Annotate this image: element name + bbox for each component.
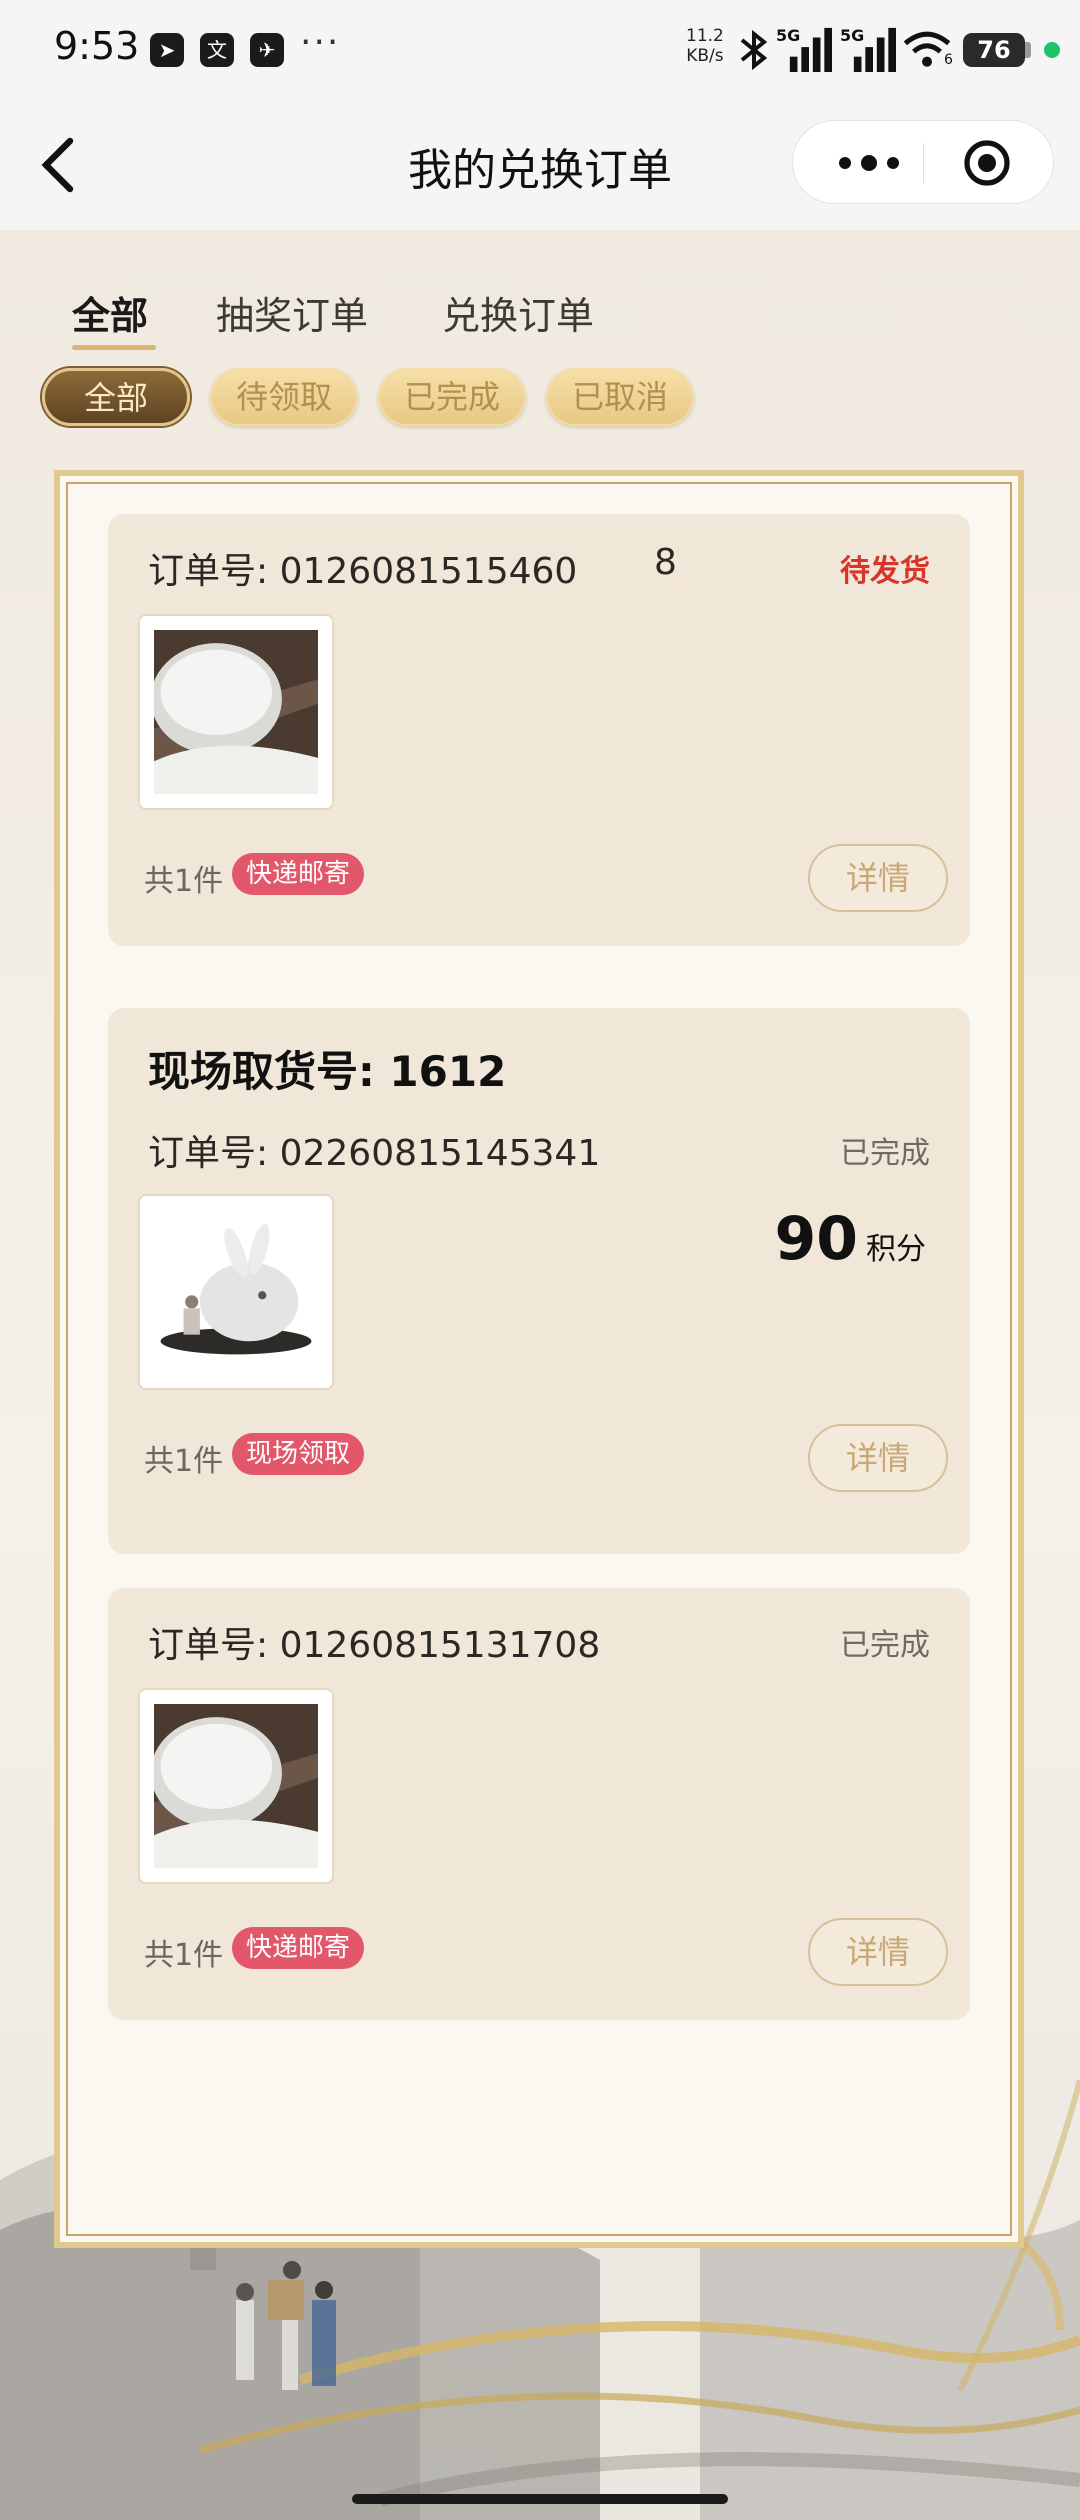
- order-card[interactable]: 现场取货号: 1612 订单号: 02260815145341 已完成 90 积分…: [108, 1008, 970, 1554]
- more-notifications-icon: ···: [300, 22, 341, 63]
- product-image-rabbit-figurine[interactable]: [138, 1194, 334, 1390]
- send-icon: ✈: [250, 33, 284, 67]
- order-number: 订单号: 02260815145341: [148, 1133, 601, 1174]
- delivery-badge: 快递邮寄: [232, 853, 365, 895]
- points-cost: 90 积分: [775, 1204, 927, 1274]
- active-tab-indicator: [72, 345, 156, 350]
- tab-all[interactable]: 全部: [72, 285, 148, 340]
- product-image-rice[interactable]: [138, 614, 334, 810]
- product-image-rice[interactable]: [138, 1688, 334, 1884]
- order-card[interactable]: 订单号: 01260815131708 已完成 共1件 快递邮寄 详情: [108, 1588, 970, 2020]
- detail-button[interactable]: 详情: [808, 1918, 948, 1986]
- network-speed-value: 11.2: [686, 26, 724, 46]
- detail-button[interactable]: 详情: [808, 1424, 948, 1492]
- status-time: 9:53: [54, 24, 140, 68]
- order-status: 已完成: [840, 1136, 930, 1171]
- order-number: 订单号: 01260815131708: [148, 1625, 601, 1666]
- detail-button[interactable]: 详情: [808, 844, 948, 912]
- points-value: 90: [774, 1204, 859, 1274]
- pickup-number: 现场取货号: 1612: [148, 1047, 507, 1096]
- signal-icon-2: [853, 27, 896, 72]
- more-menu-icon[interactable]: [829, 121, 919, 203]
- order-number-tail: 8: [654, 542, 677, 583]
- location-arrow-icon: ➤: [150, 33, 184, 67]
- item-count: 共1件: [144, 864, 224, 899]
- navigation-bar: 我的兑换订单: [0, 100, 1080, 230]
- translate-icon: 文: [200, 33, 234, 67]
- item-count: 共1件: [144, 1938, 224, 1973]
- tab-exchange-orders[interactable]: 兑换订单: [442, 285, 594, 340]
- battery-icon: 76: [963, 33, 1025, 67]
- filter-chip-pending-pickup[interactable]: 待领取: [210, 368, 358, 426]
- network-speed: 11.2 KB/s: [686, 26, 724, 66]
- filter-chip-all[interactable]: 全部: [42, 368, 190, 426]
- order-number: 订单号: 0126081515460: [148, 551, 578, 592]
- bluetooth-icon: [740, 29, 768, 71]
- status-bar: 9:53 ➤ 文 ✈ ··· 11.2 KB/s 5G 5G 6 76: [0, 0, 1080, 100]
- battery-tip: [1025, 42, 1031, 58]
- order-status: 待发货: [840, 554, 930, 589]
- delivery-badge: 快递邮寄: [232, 1927, 365, 1969]
- points-unit: 积分: [866, 1232, 926, 1267]
- item-count: 共1件: [144, 1444, 224, 1479]
- miniprogram-capsule: [792, 120, 1054, 204]
- privacy-indicator-dot: [1044, 42, 1060, 58]
- order-status: 已完成: [840, 1628, 930, 1663]
- order-card[interactable]: 订单号: 0126081515460 8 待发货 共1件 快递邮寄 详情: [108, 514, 970, 946]
- wifi-label: 6: [944, 52, 953, 68]
- filter-chip-cancelled[interactable]: 已取消: [546, 368, 694, 426]
- capsule-divider: [923, 143, 924, 183]
- delivery-badge: 现场领取: [232, 1433, 365, 1475]
- network-speed-unit: KB/s: [686, 46, 724, 66]
- close-miniprogram-icon[interactable]: [963, 139, 1011, 187]
- home-indicator[interactable]: [352, 2494, 728, 2504]
- tab-lottery-orders[interactable]: 抽奖订单: [216, 285, 368, 340]
- signal-icon: [789, 27, 832, 72]
- filter-chip-completed[interactable]: 已完成: [378, 368, 526, 426]
